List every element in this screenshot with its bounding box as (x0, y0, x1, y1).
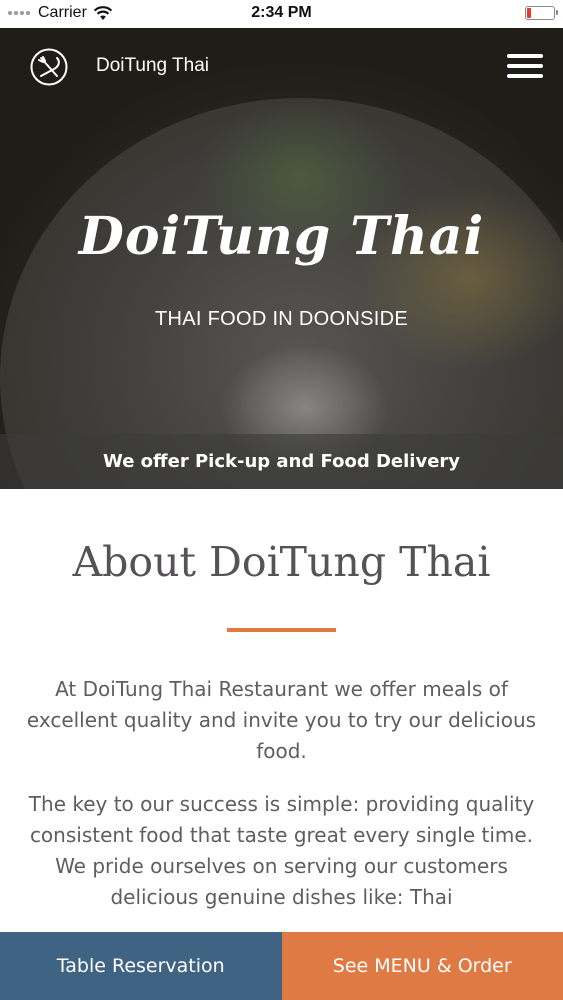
fork-knife-icon[interactable] (30, 48, 68, 86)
battery-low-icon (525, 6, 558, 20)
hero-title: DoiTung Thai (78, 206, 485, 267)
hero-banner: DoiTung Thai DoiTung Thai THAI FOOD IN D… (0, 28, 563, 489)
status-bar: Carrier 2:34 PM (0, 0, 563, 28)
about-paragraph-2: The key to our success is simple: provid… (28, 792, 535, 909)
about-title: About DoiTung Thai (72, 538, 491, 586)
bottom-action-bar: Table Reservation See MENU & Order (0, 932, 563, 1000)
brand-name[interactable]: DoiTung Thai (96, 55, 209, 77)
status-time: 2:34 PM (251, 4, 312, 21)
hero-subtitle: THAI FOOD IN DOONSIDE (155, 308, 408, 330)
table-reservation-button[interactable]: Table Reservation (0, 932, 282, 1000)
see-menu-order-button[interactable]: See MENU & Order (281, 932, 563, 1000)
title-divider (227, 628, 336, 632)
about-paragraph-1: At DoiTung Thai Restaurant we offer meal… (26, 677, 537, 763)
delivery-banner: We offer Pick-up and Food Delivery (0, 434, 563, 489)
hamburger-menu-icon[interactable] (507, 54, 543, 80)
